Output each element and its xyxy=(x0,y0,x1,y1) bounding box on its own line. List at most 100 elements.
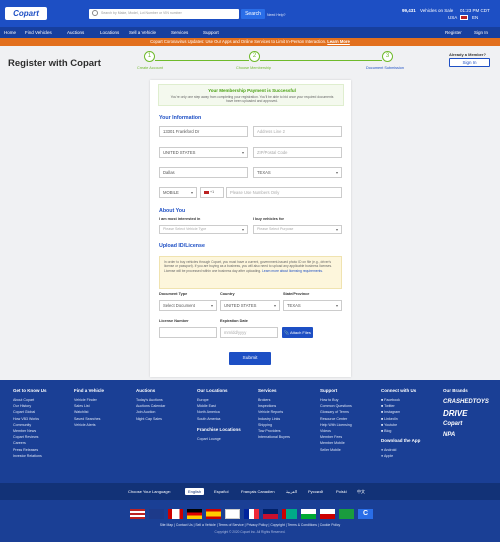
uk-flag-icon[interactable] xyxy=(149,509,164,519)
us-flag-icon xyxy=(460,15,468,20)
language-bar: Choose Your Language: English Español Fr… xyxy=(0,483,500,500)
city-input[interactable]: Dallas xyxy=(159,167,248,178)
finland-flag-icon[interactable] xyxy=(225,509,240,519)
license-number-input[interactable] xyxy=(159,327,217,338)
zip-input[interactable]: ZIP/Postal Code xyxy=(253,147,342,158)
footer-link[interactable]: Investor Relations xyxy=(13,453,47,459)
footer-link[interactable]: Copart Lounge xyxy=(197,436,241,442)
lang-arabic[interactable]: العربية xyxy=(286,489,297,494)
nav-sign-in[interactable]: Sign In xyxy=(474,30,488,35)
us-flag-icon xyxy=(204,190,209,194)
chevron-down-icon: ▾ xyxy=(190,190,193,195)
step-2-circle: 2 xyxy=(249,51,260,62)
footer-link-label: LinkedIn xyxy=(384,416,398,421)
drive-logo[interactable]: DRIVE xyxy=(443,408,489,419)
nav-services[interactable]: Services xyxy=(171,30,188,35)
document-type-select[interactable]: Select Document ▾ xyxy=(159,300,217,311)
blog-link[interactable]: ■ Blog xyxy=(381,428,420,434)
lang-chinese[interactable]: 中文 xyxy=(357,489,365,495)
footer-link[interactable]: Vehicle Alerts xyxy=(74,422,104,428)
country-select[interactable]: USA xyxy=(448,15,457,20)
attach-files-button[interactable]: 📎 Attach Files xyxy=(282,327,313,338)
footer-link[interactable]: South America xyxy=(197,416,241,422)
copyright-text: Copyright © 2020 Copart Inc. All Rights … xyxy=(214,530,286,534)
lang-english[interactable]: English xyxy=(185,488,205,495)
nav-register[interactable]: Register xyxy=(445,30,462,35)
footer-link[interactable]: International Buyers xyxy=(258,434,290,440)
lang-espanol[interactable]: Español xyxy=(214,489,228,494)
purpose-select[interactable]: Please Select Purpose ▾ xyxy=(253,225,342,234)
oman-flag-icon[interactable] xyxy=(320,509,335,519)
nav-support[interactable]: Support xyxy=(203,30,219,35)
about-you-heading: About You xyxy=(159,208,186,214)
copart-c-icon[interactable]: C xyxy=(358,509,373,519)
footer-link[interactable]: Seller Mobile xyxy=(320,447,352,453)
address-line-2-input[interactable]: Address Line 2 xyxy=(253,126,342,137)
vehicles-label: Vehicles on Sale xyxy=(420,8,454,13)
search-input[interactable]: Search by Make, Model, Lot Number or VIN… xyxy=(89,9,239,19)
sign-in-button[interactable]: Sign In xyxy=(449,58,490,67)
footer-heading: Auctions xyxy=(136,388,156,393)
upload-country-label: Country xyxy=(220,292,235,296)
footer-col-locations: Our Locations Europe Middle East North A… xyxy=(197,388,241,442)
search-button[interactable]: Search xyxy=(241,9,265,19)
chevron-down-icon: ▾ xyxy=(335,227,338,232)
step-1-label: Create Account xyxy=(137,66,163,70)
footer-link[interactable]: Saved Searches xyxy=(74,416,104,422)
france-flag-icon[interactable] xyxy=(244,509,259,519)
banner-learn-more[interactable]: Learn More xyxy=(327,39,350,44)
clock: 01:23 PM CDT xyxy=(460,8,490,13)
bahrain-flag-icon[interactable] xyxy=(301,509,316,519)
copart-logo[interactable]: Copart xyxy=(5,7,47,20)
expiration-date-input[interactable]: mm/dd/yyyy xyxy=(220,327,278,338)
crashedtoys-logo[interactable]: CRASHEDTOYS xyxy=(443,397,489,408)
phone-type-select[interactable]: MOBILE ▾ xyxy=(159,187,197,198)
nav-find-vehicles[interactable]: Find Vehicles xyxy=(25,30,52,35)
us-flag-icon[interactable] xyxy=(130,509,145,519)
copart-brand-logo[interactable]: Copart xyxy=(443,419,489,430)
nav-home[interactable]: Home xyxy=(4,30,16,35)
page-title: Register with Copart xyxy=(8,58,101,69)
uae-flag-icon[interactable] xyxy=(282,509,297,519)
language-select[interactable]: EN xyxy=(472,15,478,20)
lang-russian[interactable]: Русский xyxy=(308,489,323,494)
ireland-flag-icon[interactable] xyxy=(263,509,278,519)
chevron-down-icon: ▾ xyxy=(241,227,244,232)
footer-col-auctions: Auctions Today's Auctions Auctions Calen… xyxy=(136,388,165,422)
apple-app-link[interactable]: ● Apple xyxy=(381,453,420,459)
canada-flag-icon[interactable] xyxy=(168,509,183,519)
state-select[interactable]: TEXAS ▾ xyxy=(253,167,342,178)
footer-link[interactable]: Night Cap Sales xyxy=(136,416,165,422)
your-information-heading: Your Information xyxy=(159,115,202,121)
phone-country-code[interactable]: +1 xyxy=(200,187,224,198)
germany-flag-icon[interactable] xyxy=(187,509,202,519)
need-help-link[interactable]: Need Help? xyxy=(267,13,285,17)
nav-auctions[interactable]: Auctions xyxy=(67,30,84,35)
licensing-requirements-link[interactable]: Learn more about licensing requirements. xyxy=(262,269,323,273)
footer-col-brands: Our Brands CRASHEDTOYS DRIVE Copart NPA xyxy=(443,388,489,441)
footer-link[interactable]: Resource Center xyxy=(320,416,352,422)
footer-link[interactable]: Glossary of Terms xyxy=(320,409,352,415)
legal-links[interactable]: Site Map | Contact Us | Sell a Vehicle |… xyxy=(0,523,500,527)
lang-francais[interactable]: Français Canadien xyxy=(241,489,275,494)
chevron-down-icon: ▾ xyxy=(335,170,338,175)
vehicle-type-select[interactable]: Please Select Vehicle Type ▾ xyxy=(159,225,248,234)
npa-logo[interactable]: NPA xyxy=(443,430,489,441)
country-select[interactable]: UNITED STATES ▾ xyxy=(159,147,248,158)
nav-locations[interactable]: Locations xyxy=(100,30,119,35)
address-line-1-input[interactable]: 13301 Frankford Dr xyxy=(159,126,248,137)
submit-button[interactable]: Submit xyxy=(229,352,271,365)
upload-state-select[interactable]: TEXAS ▾ xyxy=(283,300,342,311)
upload-country-value: UNITED STATES xyxy=(224,303,257,308)
spain-flag-icon[interactable] xyxy=(206,509,221,519)
brazil-flag-icon[interactable] xyxy=(339,509,354,519)
lang-polski[interactable]: Polski xyxy=(336,489,347,494)
upload-country-select[interactable]: UNITED STATES ▾ xyxy=(220,300,280,311)
footer-heading: Support xyxy=(320,388,338,393)
phone-number-input[interactable]: Please Use Numbers Only xyxy=(226,187,342,198)
phone-type-value: MOBILE xyxy=(163,190,179,195)
nav-sell-vehicle[interactable]: Sell a Vehicle xyxy=(129,30,156,35)
interest-label: I am most interested in xyxy=(159,217,201,221)
success-title: Your Membership Payment is Successful xyxy=(208,88,296,93)
banner-text: Copart Coronavirus Updates: Use Our Apps… xyxy=(150,39,327,44)
